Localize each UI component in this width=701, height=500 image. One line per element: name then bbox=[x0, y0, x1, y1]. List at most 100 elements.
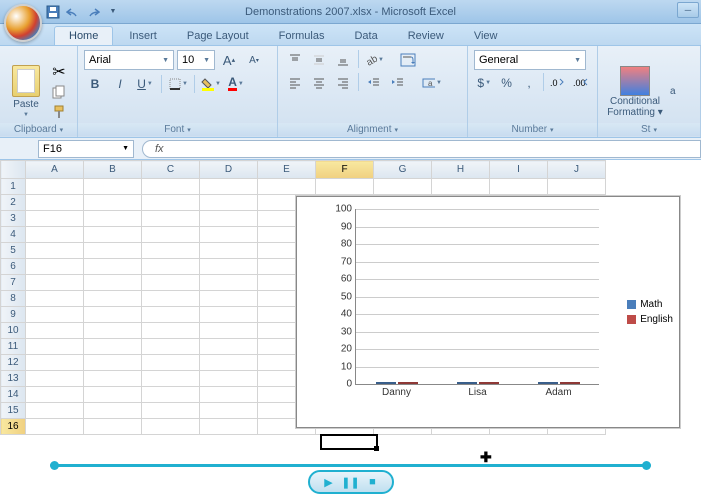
row-header[interactable]: 1 bbox=[1, 179, 26, 195]
tab-data[interactable]: Data bbox=[340, 27, 391, 45]
cell[interactable] bbox=[142, 371, 200, 387]
column-header[interactable]: I bbox=[490, 161, 548, 179]
cell[interactable] bbox=[84, 243, 142, 259]
column-header[interactable]: J bbox=[548, 161, 606, 179]
cell[interactable] bbox=[84, 291, 142, 307]
cell[interactable] bbox=[200, 195, 258, 211]
column-header[interactable]: G bbox=[374, 161, 432, 179]
cell[interactable] bbox=[26, 227, 84, 243]
row-header[interactable]: 2 bbox=[1, 195, 26, 211]
cell[interactable] bbox=[200, 371, 258, 387]
align-center-icon[interactable] bbox=[308, 73, 330, 93]
cell[interactable] bbox=[432, 179, 490, 195]
row-header[interactable]: 6 bbox=[1, 259, 26, 275]
tab-page-layout[interactable]: Page Layout bbox=[173, 27, 263, 45]
cell[interactable] bbox=[316, 179, 374, 195]
paste-button[interactable]: Paste ▼ bbox=[6, 50, 46, 133]
cell[interactable] bbox=[84, 259, 142, 275]
border-button[interactable]: ▼ bbox=[167, 74, 189, 94]
name-box[interactable]: F16▼ bbox=[38, 140, 134, 158]
row-header[interactable]: 11 bbox=[1, 339, 26, 355]
cell[interactable] bbox=[84, 227, 142, 243]
cell[interactable] bbox=[142, 323, 200, 339]
stop-button[interactable]: ■ bbox=[362, 473, 384, 491]
shrink-font-icon[interactable]: A▾ bbox=[243, 50, 265, 70]
cell[interactable] bbox=[142, 211, 200, 227]
office-button[interactable] bbox=[4, 4, 42, 42]
cell[interactable] bbox=[142, 419, 200, 435]
cell[interactable] bbox=[142, 307, 200, 323]
cell[interactable] bbox=[26, 307, 84, 323]
cell[interactable] bbox=[26, 355, 84, 371]
conditional-formatting-button[interactable]: ConditionalFormatting ▾ bbox=[604, 66, 666, 118]
currency-icon[interactable]: $▼ bbox=[474, 73, 494, 93]
cell[interactable] bbox=[84, 275, 142, 291]
row-header[interactable]: 14 bbox=[1, 387, 26, 403]
format-painter-icon[interactable] bbox=[50, 104, 68, 120]
cell[interactable] bbox=[200, 211, 258, 227]
increase-decimal-icon[interactable]: .0 bbox=[548, 73, 568, 93]
cell[interactable] bbox=[142, 179, 200, 195]
number-format-combo[interactable]: General▼ bbox=[474, 50, 586, 70]
row-header[interactable]: 12 bbox=[1, 355, 26, 371]
orientation-icon[interactable]: ab▼ bbox=[363, 50, 385, 70]
decrease-decimal-icon[interactable]: .00 bbox=[571, 73, 591, 93]
cell[interactable] bbox=[142, 275, 200, 291]
save-icon[interactable] bbox=[46, 5, 60, 19]
pause-button[interactable]: ❚❚ bbox=[340, 473, 362, 491]
row-header[interactable]: 4 bbox=[1, 227, 26, 243]
cell[interactable] bbox=[200, 323, 258, 339]
cell[interactable] bbox=[26, 211, 84, 227]
column-header[interactable]: B bbox=[84, 161, 142, 179]
cell[interactable] bbox=[200, 307, 258, 323]
tab-review[interactable]: Review bbox=[394, 27, 458, 45]
cell[interactable] bbox=[84, 387, 142, 403]
column-header[interactable]: A bbox=[26, 161, 84, 179]
cell[interactable] bbox=[84, 211, 142, 227]
redo-icon[interactable] bbox=[86, 5, 100, 19]
tab-insert[interactable]: Insert bbox=[115, 27, 171, 45]
align-right-icon[interactable] bbox=[332, 73, 354, 93]
cell[interactable] bbox=[84, 323, 142, 339]
cell[interactable] bbox=[84, 195, 142, 211]
cell[interactable] bbox=[142, 355, 200, 371]
cell[interactable] bbox=[84, 403, 142, 419]
fx-icon[interactable]: fx bbox=[155, 143, 164, 155]
cell[interactable] bbox=[26, 291, 84, 307]
cell[interactable] bbox=[26, 419, 84, 435]
row-header[interactable]: 8 bbox=[1, 291, 26, 307]
cell[interactable] bbox=[548, 179, 606, 195]
underline-button[interactable]: U▼ bbox=[134, 74, 156, 94]
align-middle-icon[interactable] bbox=[308, 50, 330, 70]
cell[interactable] bbox=[84, 371, 142, 387]
cell[interactable] bbox=[200, 291, 258, 307]
cell[interactable] bbox=[200, 419, 258, 435]
fill-color-button[interactable]: ▼ bbox=[200, 74, 222, 94]
grow-font-icon[interactable]: A▴ bbox=[218, 50, 240, 70]
cell[interactable] bbox=[490, 179, 548, 195]
column-header[interactable]: E bbox=[258, 161, 316, 179]
copy-icon[interactable] bbox=[50, 84, 68, 100]
cell[interactable] bbox=[84, 179, 142, 195]
decrease-indent-icon[interactable] bbox=[363, 73, 385, 93]
row-header[interactable]: 5 bbox=[1, 243, 26, 259]
cell[interactable] bbox=[26, 371, 84, 387]
column-header[interactable]: C bbox=[142, 161, 200, 179]
cell[interactable] bbox=[84, 307, 142, 323]
cell[interactable] bbox=[142, 339, 200, 355]
cell[interactable] bbox=[26, 275, 84, 291]
formula-input[interactable]: fx bbox=[142, 140, 701, 158]
row-header[interactable]: 16 bbox=[1, 419, 26, 435]
cell[interactable] bbox=[26, 323, 84, 339]
cell[interactable] bbox=[84, 339, 142, 355]
font-size-combo[interactable]: 10▼ bbox=[177, 50, 215, 70]
cell[interactable] bbox=[142, 387, 200, 403]
merge-center-icon[interactable]: a▼ bbox=[421, 73, 443, 93]
bold-button[interactable]: B bbox=[84, 74, 106, 94]
row-header[interactable]: 7 bbox=[1, 275, 26, 291]
cell[interactable] bbox=[26, 195, 84, 211]
chevron-down-icon[interactable]: ▼ bbox=[106, 5, 120, 19]
font-color-button[interactable]: A▼ bbox=[225, 74, 247, 94]
row-header[interactable]: 10 bbox=[1, 323, 26, 339]
embedded-chart[interactable]: 0102030405060708090100DannyLisaAdam Math… bbox=[296, 196, 680, 428]
